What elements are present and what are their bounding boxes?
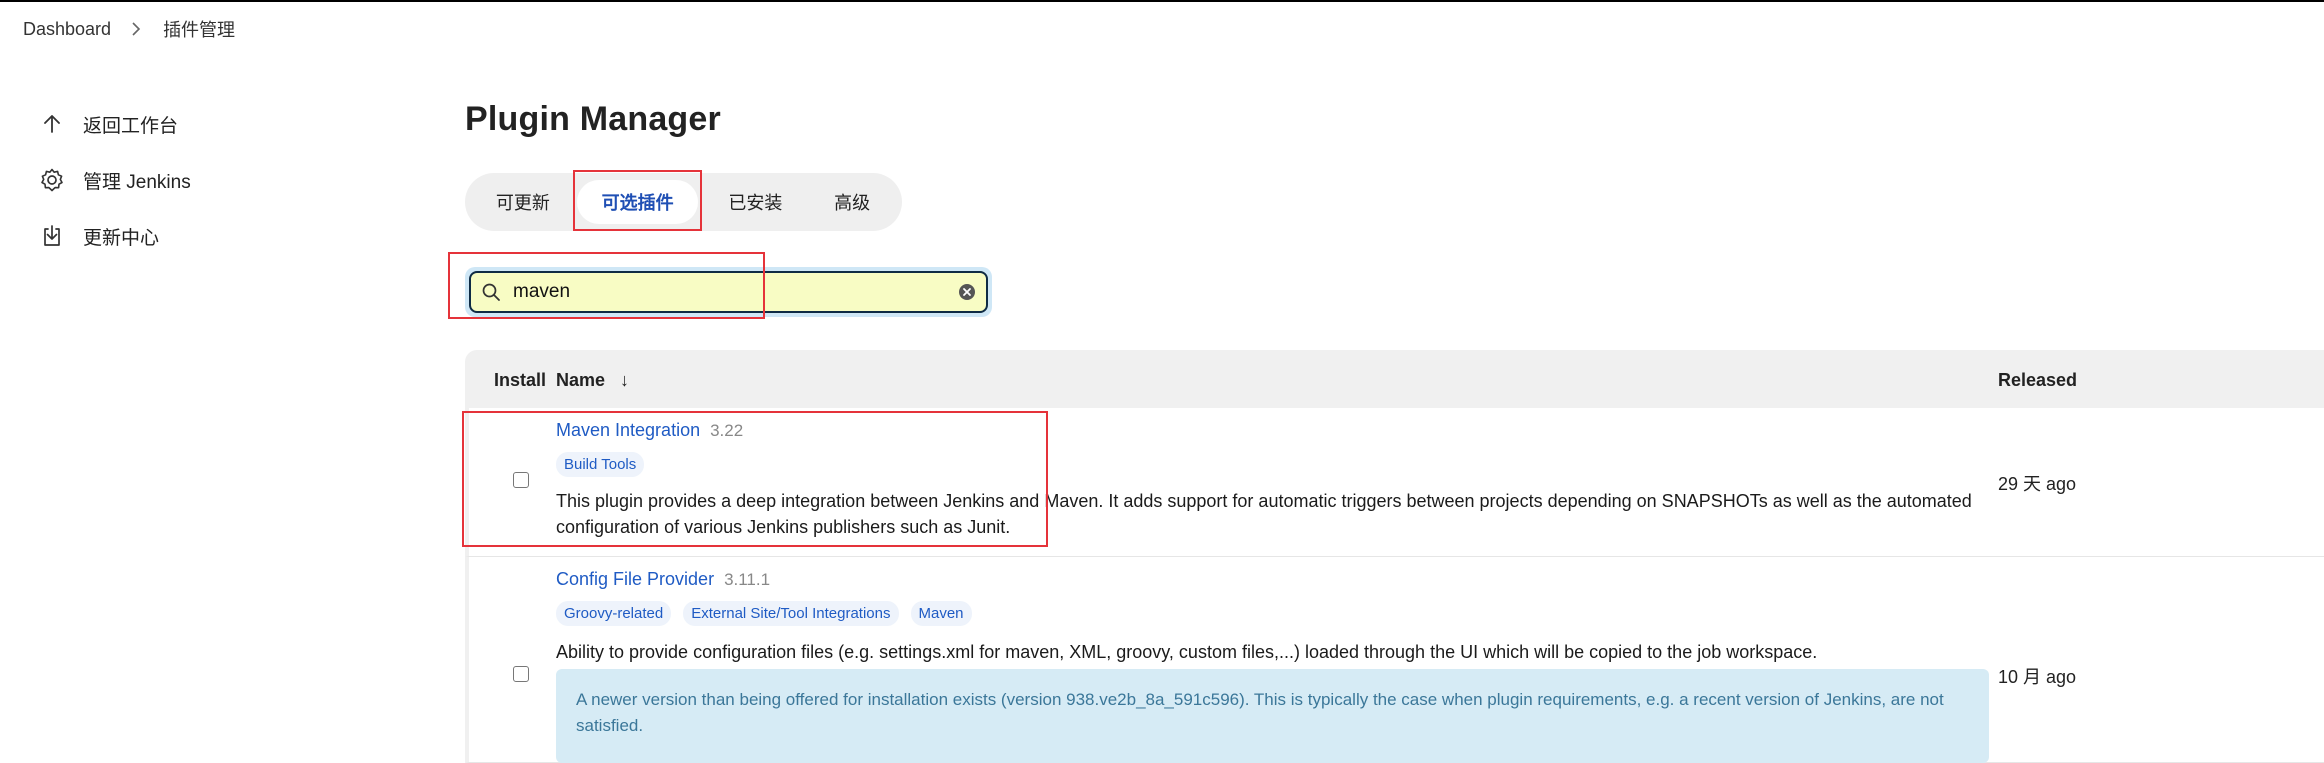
plugin-tag[interactable]: Groovy-related bbox=[556, 601, 672, 626]
tab-installed[interactable]: 已安装 bbox=[700, 180, 810, 224]
download-icon bbox=[38, 222, 66, 250]
breadcrumb: Dashboard 插件管理 bbox=[23, 17, 235, 41]
sidebar-item-label: 更新中心 bbox=[83, 227, 160, 249]
clear-search-icon[interactable] bbox=[958, 283, 976, 301]
search-icon bbox=[481, 282, 501, 302]
breadcrumb-current[interactable]: 插件管理 bbox=[163, 16, 235, 42]
plugin-tags: Groovy-related External Site/Tool Integr… bbox=[556, 601, 984, 626]
plugin-version: 3.11.1 bbox=[724, 570, 771, 589]
version-notice: A newer version than being offered for i… bbox=[556, 669, 1989, 763]
plugin-tag[interactable]: Maven bbox=[910, 601, 972, 626]
column-header-released[interactable]: Released bbox=[1998, 370, 2077, 391]
sidebar-item-label: 管理 Jenkins bbox=[83, 171, 191, 193]
page-title: Plugin Manager bbox=[465, 100, 721, 138]
table-row: Config File Provider 3.11.1 Groovy-relate… bbox=[465, 557, 2324, 763]
plugin-name: Config File Provider bbox=[556, 569, 715, 589]
plugin-version: 3.22 bbox=[710, 421, 744, 440]
window-top-border bbox=[0, 0, 2324, 2]
plugin-description: This plugin provides a deep integration … bbox=[556, 491, 1972, 537]
search-input[interactable] bbox=[513, 281, 958, 303]
install-checkbox[interactable] bbox=[513, 472, 529, 488]
sidebar-item-back-to-dashboard[interactable]: 返回工作台 bbox=[38, 96, 191, 152]
install-checkbox[interactable] bbox=[513, 666, 529, 682]
table-header: Install Name ↓ Released bbox=[465, 350, 2324, 408]
plugin-tag[interactable]: Build Tools bbox=[556, 452, 645, 477]
chevron-right-icon bbox=[131, 22, 141, 36]
plugins-table: Install Name ↓ Released Maven Integratio… bbox=[465, 350, 2324, 763]
arrow-up-icon bbox=[38, 110, 66, 138]
plugin-name-link[interactable]: Maven Integration 3.22 bbox=[556, 420, 743, 441]
sort-arrow-icon: ↓ bbox=[620, 370, 630, 390]
column-header-name[interactable]: Name ↓ bbox=[556, 370, 629, 391]
plugin-name: Maven Integration bbox=[556, 420, 701, 440]
tab-bar: 可更新 可选插件 已安装 高级 bbox=[465, 173, 902, 231]
plugin-tags: Build Tools bbox=[556, 452, 656, 477]
breadcrumb-dashboard-link[interactable]: Dashboard bbox=[23, 19, 111, 40]
plugin-released: 10 月 ago bbox=[1998, 667, 2077, 687]
plugin-description: Ability to provide configuration files (… bbox=[556, 642, 1818, 662]
tab-updates[interactable]: 可更新 bbox=[473, 180, 573, 224]
sidebar-item-manage-jenkins[interactable]: 管理 Jenkins bbox=[38, 152, 191, 208]
sidebar-item-update-center[interactable]: 更新中心 bbox=[38, 208, 191, 264]
column-header-name-label: Name bbox=[556, 370, 606, 390]
plugin-name-link[interactable]: Config File Provider 3.11.1 bbox=[556, 569, 770, 590]
column-header-install[interactable]: Install bbox=[494, 370, 546, 391]
table-row: Maven Integration 3.22 Build Tools This p… bbox=[465, 408, 2324, 557]
search-focus-ring bbox=[465, 267, 992, 317]
plugin-tag[interactable]: External Site/Tool Integrations bbox=[683, 601, 899, 626]
gear-icon bbox=[38, 166, 66, 194]
side-nav: 返回工作台 管理 Jenkins 更新中心 bbox=[38, 96, 191, 264]
search-box bbox=[469, 271, 988, 313]
plugin-released: 29 天 ago bbox=[1998, 474, 2077, 494]
sidebar-item-label: 返回工作台 bbox=[83, 115, 179, 137]
tab-advanced[interactable]: 高级 bbox=[810, 180, 894, 224]
tab-available-plugins[interactable]: 可选插件 bbox=[576, 180, 699, 224]
